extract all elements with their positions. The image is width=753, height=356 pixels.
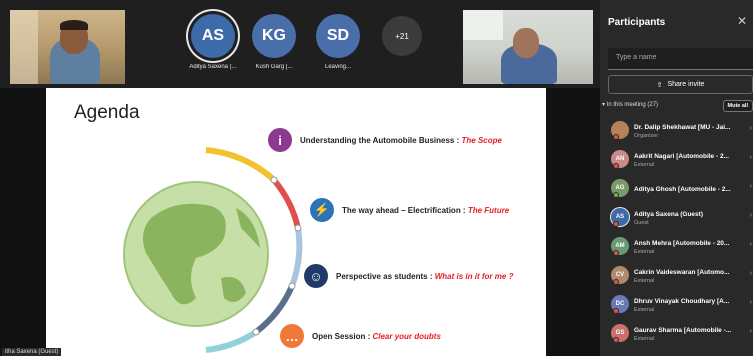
agenda-label: The way ahead – Electrification : <box>342 205 468 215</box>
share-invite-label: Share invite <box>667 81 705 88</box>
more-options-icon[interactable]: › <box>750 241 752 248</box>
status-icon <box>613 308 619 314</box>
participant-role: External <box>634 336 655 342</box>
agenda-item-future: ⚡ The way ahead – Electrification : The … <box>310 198 509 222</box>
status-icon <box>613 279 619 285</box>
status-icon <box>613 163 619 169</box>
participant-row[interactable]: AN Aakrit Nagari [Automobile - 2... Exte… <box>600 147 753 176</box>
close-icon[interactable]: ✕ <box>737 14 747 28</box>
participant-row[interactable]: AM Ansh Mehra [Automobile - 20... Extern… <box>600 234 753 263</box>
participant-list: Dr. Dalip Shekhawat [MU - Jai... Organiz… <box>600 118 753 350</box>
status-icon <box>613 337 619 343</box>
more-options-icon[interactable]: › <box>750 299 752 306</box>
share-invite-button[interactable]: ⇪ Share invite <box>608 75 753 94</box>
agenda-label: Understanding the Automobile Business : <box>300 135 462 145</box>
mute-all-button[interactable]: Mute all <box>722 100 753 112</box>
participant-name: Kush Garg [... <box>255 64 293 70</box>
gallery-tile-kg[interactable]: KG Kush Garg [... <box>244 14 304 70</box>
participant-row[interactable]: CV Cakrin Vaideswaran [Automo... Externa… <box>600 263 753 292</box>
agenda-item-students: ☺ Perspective as students : What is in i… <box>304 264 513 288</box>
avatar: KG <box>252 14 296 58</box>
participant-row[interactable]: AG Aditya Ghosh [Automobile - 2... › <box>600 176 753 205</box>
participant-name: Dr. Dalip Shekhawat [MU - Jai... <box>634 124 731 131</box>
more-options-icon[interactable]: › <box>750 183 752 190</box>
video-gallery: AS Aditya Saxena (... KG Kush Garg [... … <box>0 0 600 88</box>
participant-name: Aditya Saxena (... <box>189 64 237 70</box>
agenda-emphasis: The Future <box>467 205 510 215</box>
chat-icon: … <box>280 324 304 348</box>
participant-row[interactable]: Dr. Dalip Shekhawat [MU - Jai... Organiz… <box>600 118 753 147</box>
status-icon <box>613 250 619 256</box>
panel-title: Participants <box>608 17 666 28</box>
share-icon: ⇪ <box>656 81 663 89</box>
gallery-tile-as[interactable]: AS Aditya Saxena (... <box>183 14 243 70</box>
more-participants[interactable]: +21 <box>372 14 432 56</box>
presentation-slide: Agenda i Understanding the Automobile Bu… <box>46 88 546 356</box>
more-count: +21 <box>382 16 422 56</box>
avatar: AS <box>191 14 235 58</box>
participant-role: External <box>634 249 655 255</box>
status-icon <box>613 134 619 140</box>
electric-icon: ⚡ <box>310 198 334 222</box>
info-icon: i <box>268 128 292 152</box>
chevron-down-icon: ▾ <box>602 102 606 108</box>
participant-row[interactable]: DC Dhruv Vinayak Choudhary [A... Externa… <box>600 292 753 321</box>
participant-role: External <box>634 307 655 313</box>
shared-screen: Agenda i Understanding the Automobile Bu… <box>0 88 600 356</box>
status-icon <box>613 221 619 227</box>
participant-role: External <box>634 278 655 284</box>
agenda-item-scope: i Understanding the Automobile Business … <box>268 128 502 152</box>
more-options-icon[interactable]: › <box>750 125 752 132</box>
status-icon <box>613 192 619 198</box>
search-participants-input[interactable]: Type a name <box>608 48 753 70</box>
agenda-label: Open Session : <box>312 331 373 341</box>
participant-name: Aditya Saxena (Guest) <box>634 211 703 218</box>
more-options-icon[interactable]: › <box>750 212 752 219</box>
in-meeting-label: In this meeting (27) <box>606 102 659 108</box>
avatar: SD <box>316 14 360 58</box>
participant-role: Guest <box>634 220 649 226</box>
video-tile-participant[interactable] <box>463 10 593 84</box>
participant-name: Aditya Ghosh [Automobile - 2... <box>634 186 731 193</box>
participant-name: Leaving... <box>324 64 352 70</box>
teams-meeting-window: AS Aditya Saxena (... KG Kush Garg [... … <box>0 0 753 356</box>
agenda-item-open-session: … Open Session : Clear your doubts <box>280 324 441 348</box>
video-tile-presenter[interactable] <box>10 10 125 84</box>
gallery-tile-sd[interactable]: SD Leaving... <box>308 14 368 70</box>
presenter-label: itha Saxena (Guest) <box>2 348 62 356</box>
participant-name: Dhruv Vinayak Choudhary [A... <box>634 298 730 305</box>
participant-role: Organizer <box>634 133 659 139</box>
participants-panel: Participants ✕ Type a name ⇪ Share invit… <box>600 0 753 356</box>
participant-name: Aakrit Nagari [Automobile - 2... <box>634 153 729 160</box>
participant-row[interactable]: GS Gaurav Sharma [Automobile -... Extern… <box>600 321 753 350</box>
more-options-icon[interactable]: › <box>750 270 752 277</box>
in-meeting-header[interactable]: ▾ In this meeting (27) Mute all <box>602 100 753 113</box>
agenda-emphasis: The Scope <box>461 135 502 145</box>
agenda-emphasis: Clear your doubts <box>372 331 441 341</box>
participant-name: Ansh Mehra [Automobile - 20... <box>634 240 730 247</box>
more-options-icon[interactable]: › <box>750 328 752 335</box>
agenda-label: Perspective as students : <box>336 271 435 281</box>
agenda-emphasis: What is in it for me ? <box>434 271 514 281</box>
more-options-icon[interactable]: › <box>750 154 752 161</box>
participant-role: External <box>634 162 655 168</box>
participant-name: Cakrin Vaideswaran [Automo... <box>634 269 730 276</box>
people-icon: ☺ <box>304 264 328 288</box>
participant-row[interactable]: AS Aditya Saxena (Guest) Guest › <box>600 205 753 234</box>
participant-name: Gaurav Sharma [Automobile -... <box>634 327 732 334</box>
